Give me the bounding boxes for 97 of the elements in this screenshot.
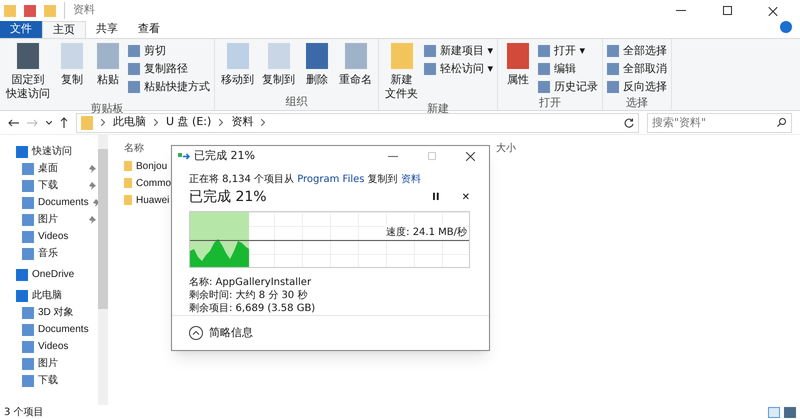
dialog-title: 已完成 21% [194, 148, 255, 164]
ribbon-button[interactable]: 粘贴 [97, 73, 119, 87]
thumbnail-view-icon[interactable] [784, 406, 796, 418]
file-name[interactable]: Commo [136, 176, 172, 190]
sidebar-item[interactable]: 图片 [38, 212, 58, 227]
ribbon-tab[interactable]: 查看 [128, 21, 170, 38]
detail-text: 剩余时间: 大约 8 分 30 秒 [189, 289, 308, 302]
back-icon[interactable] [8, 118, 19, 126]
folder-icon [22, 214, 34, 226]
status-text: 3 个项目 [4, 406, 44, 419]
folder-icon [390, 43, 412, 69]
sidebar-item[interactable]: 此电脑 [32, 288, 62, 303]
refresh-icon[interactable] [624, 118, 634, 128]
sidebar-item[interactable]: 快速访问 [32, 144, 72, 159]
ribbon-button[interactable]: 固定到 快速访问 [6, 73, 50, 101]
folder-icon [22, 306, 34, 318]
ribbon-tab[interactable]: 共享 [86, 21, 128, 38]
folder-icon [44, 4, 56, 16]
sidebar-item[interactable]: Videos [38, 229, 68, 244]
ribbon-button[interactable]: 复制到 [262, 73, 295, 87]
sidebar-item[interactable]: 3D 对象 [38, 305, 74, 320]
collapse-details-button[interactable]: 简略信息 [189, 324, 253, 342]
ribbon-small-button[interactable]: 反向选择 [607, 79, 668, 95]
ribbon-small-button[interactable]: 全部选择 [607, 43, 668, 59]
folder-icon [22, 374, 34, 386]
file-name[interactable]: Huawei [136, 192, 170, 208]
ribbon-small-button[interactable]: 全部取消 [607, 61, 668, 77]
ribbon-button[interactable]: 重命名 [339, 73, 372, 87]
search-field[interactable]: 搜索"资料" [647, 112, 792, 132]
detail-text: 名称: AppGalleryInstaller [189, 276, 312, 290]
search-icon [777, 118, 786, 126]
ribbon-button[interactable]: 移动到 [221, 73, 254, 87]
ribbon-tab[interactable]: 主页 [42, 21, 86, 38]
address-bar[interactable]: 此电脑 U 盘 (E:) 资料 [76, 112, 639, 132]
ribbon-small-button[interactable]: 复制路径 [128, 61, 210, 77]
ribbon-small-button[interactable]: 历史记录 [538, 79, 598, 95]
sidebar-item[interactable]: 下载 [38, 373, 58, 388]
ribbon-button[interactable]: 删除 [306, 73, 328, 87]
ribbon-button[interactable]: 复制 [61, 73, 83, 87]
sidebar-item[interactable]: 图片 [38, 356, 58, 371]
detail-text: 剩余项目: 6,689 (3.58 GB) [189, 302, 316, 316]
speed-label: 速度: 24.1 MB/秒 [386, 225, 467, 240]
speed-wave-drawing [190, 237, 249, 268]
folder-icon [22, 180, 34, 192]
chevron-icon [219, 119, 224, 126]
ribbon-tab[interactable]: 文件 [0, 21, 42, 38]
ribbon-small-button[interactable]: 编辑 [538, 61, 598, 77]
breadcrumb[interactable]: U 盘 (E:) [166, 114, 212, 131]
help-icon[interactable] [780, 20, 792, 32]
sidebar-item[interactable]: 桌面 [38, 161, 58, 176]
breadcrumb[interactable]: 此电脑 [113, 114, 146, 131]
file-name[interactable]: Bonjou [136, 158, 168, 174]
window-title: 资料 [64, 2, 95, 19]
pause-button[interactable]: II [432, 190, 440, 206]
group-label: 打开 [538, 95, 562, 111]
ribbon-button[interactable]: 新建 文件夹 [385, 73, 418, 101]
sidebar-item[interactable]: Documents [38, 195, 89, 210]
folder-icon [22, 196, 34, 208]
folder-icon [22, 358, 34, 370]
chevron-icon [261, 119, 266, 126]
nav-icon [16, 268, 28, 280]
nav-icon [16, 146, 28, 158]
sidebar-item[interactable]: OneDrive [32, 267, 74, 282]
up-icon[interactable] [60, 117, 68, 128]
caret-icon[interactable] [46, 120, 52, 124]
ribbon-small-button[interactable]: 粘贴快捷方式 [128, 79, 210, 95]
chevron-up-icon [189, 326, 203, 340]
close-icon[interactable] [466, 152, 475, 161]
ribbon-small-button[interactable]: 新建项目 ▾ [424, 43, 494, 59]
folder-icon [22, 340, 34, 352]
ribbon-small-button[interactable]: 剪切 [128, 43, 210, 59]
folder-icon [22, 230, 34, 242]
folder-icon [22, 248, 34, 260]
folder-icon [22, 324, 34, 336]
sidebar-item[interactable]: 音乐 [38, 246, 58, 261]
ribbon-button[interactable]: 属性 [507, 73, 530, 87]
copy-description: 正在将 8,134 个项目从 Program Files 复制到 资料 [189, 172, 422, 188]
folder-icon [81, 116, 93, 130]
breadcrumb[interactable]: 资料 [231, 114, 254, 131]
group-label: 选择 [625, 95, 650, 111]
ribbon-small-button[interactable]: 轻松访问 ▾ [424, 61, 494, 77]
details-view-icon[interactable] [768, 406, 780, 418]
progress-heading: 已完成 21% [189, 188, 267, 208]
copy-icon [178, 152, 190, 160]
minimize-button[interactable] [388, 156, 398, 157]
sidebar-item[interactable]: Videos [38, 339, 68, 354]
folder-icon [22, 162, 34, 174]
folder-icon [4, 4, 16, 16]
nav-icon [16, 290, 28, 302]
cancel-button[interactable]: ✕ [462, 190, 470, 206]
chevron-icon [154, 119, 158, 126]
sidebar-item[interactable]: Documents [38, 322, 89, 337]
ribbon-small-button[interactable]: 打开 ▾ [538, 43, 598, 59]
group-label: 组织 [284, 94, 308, 110]
sidebar-item[interactable]: 下载 [38, 178, 58, 193]
chevron-icon [101, 119, 105, 126]
column-header[interactable]: 大小 [496, 140, 516, 156]
